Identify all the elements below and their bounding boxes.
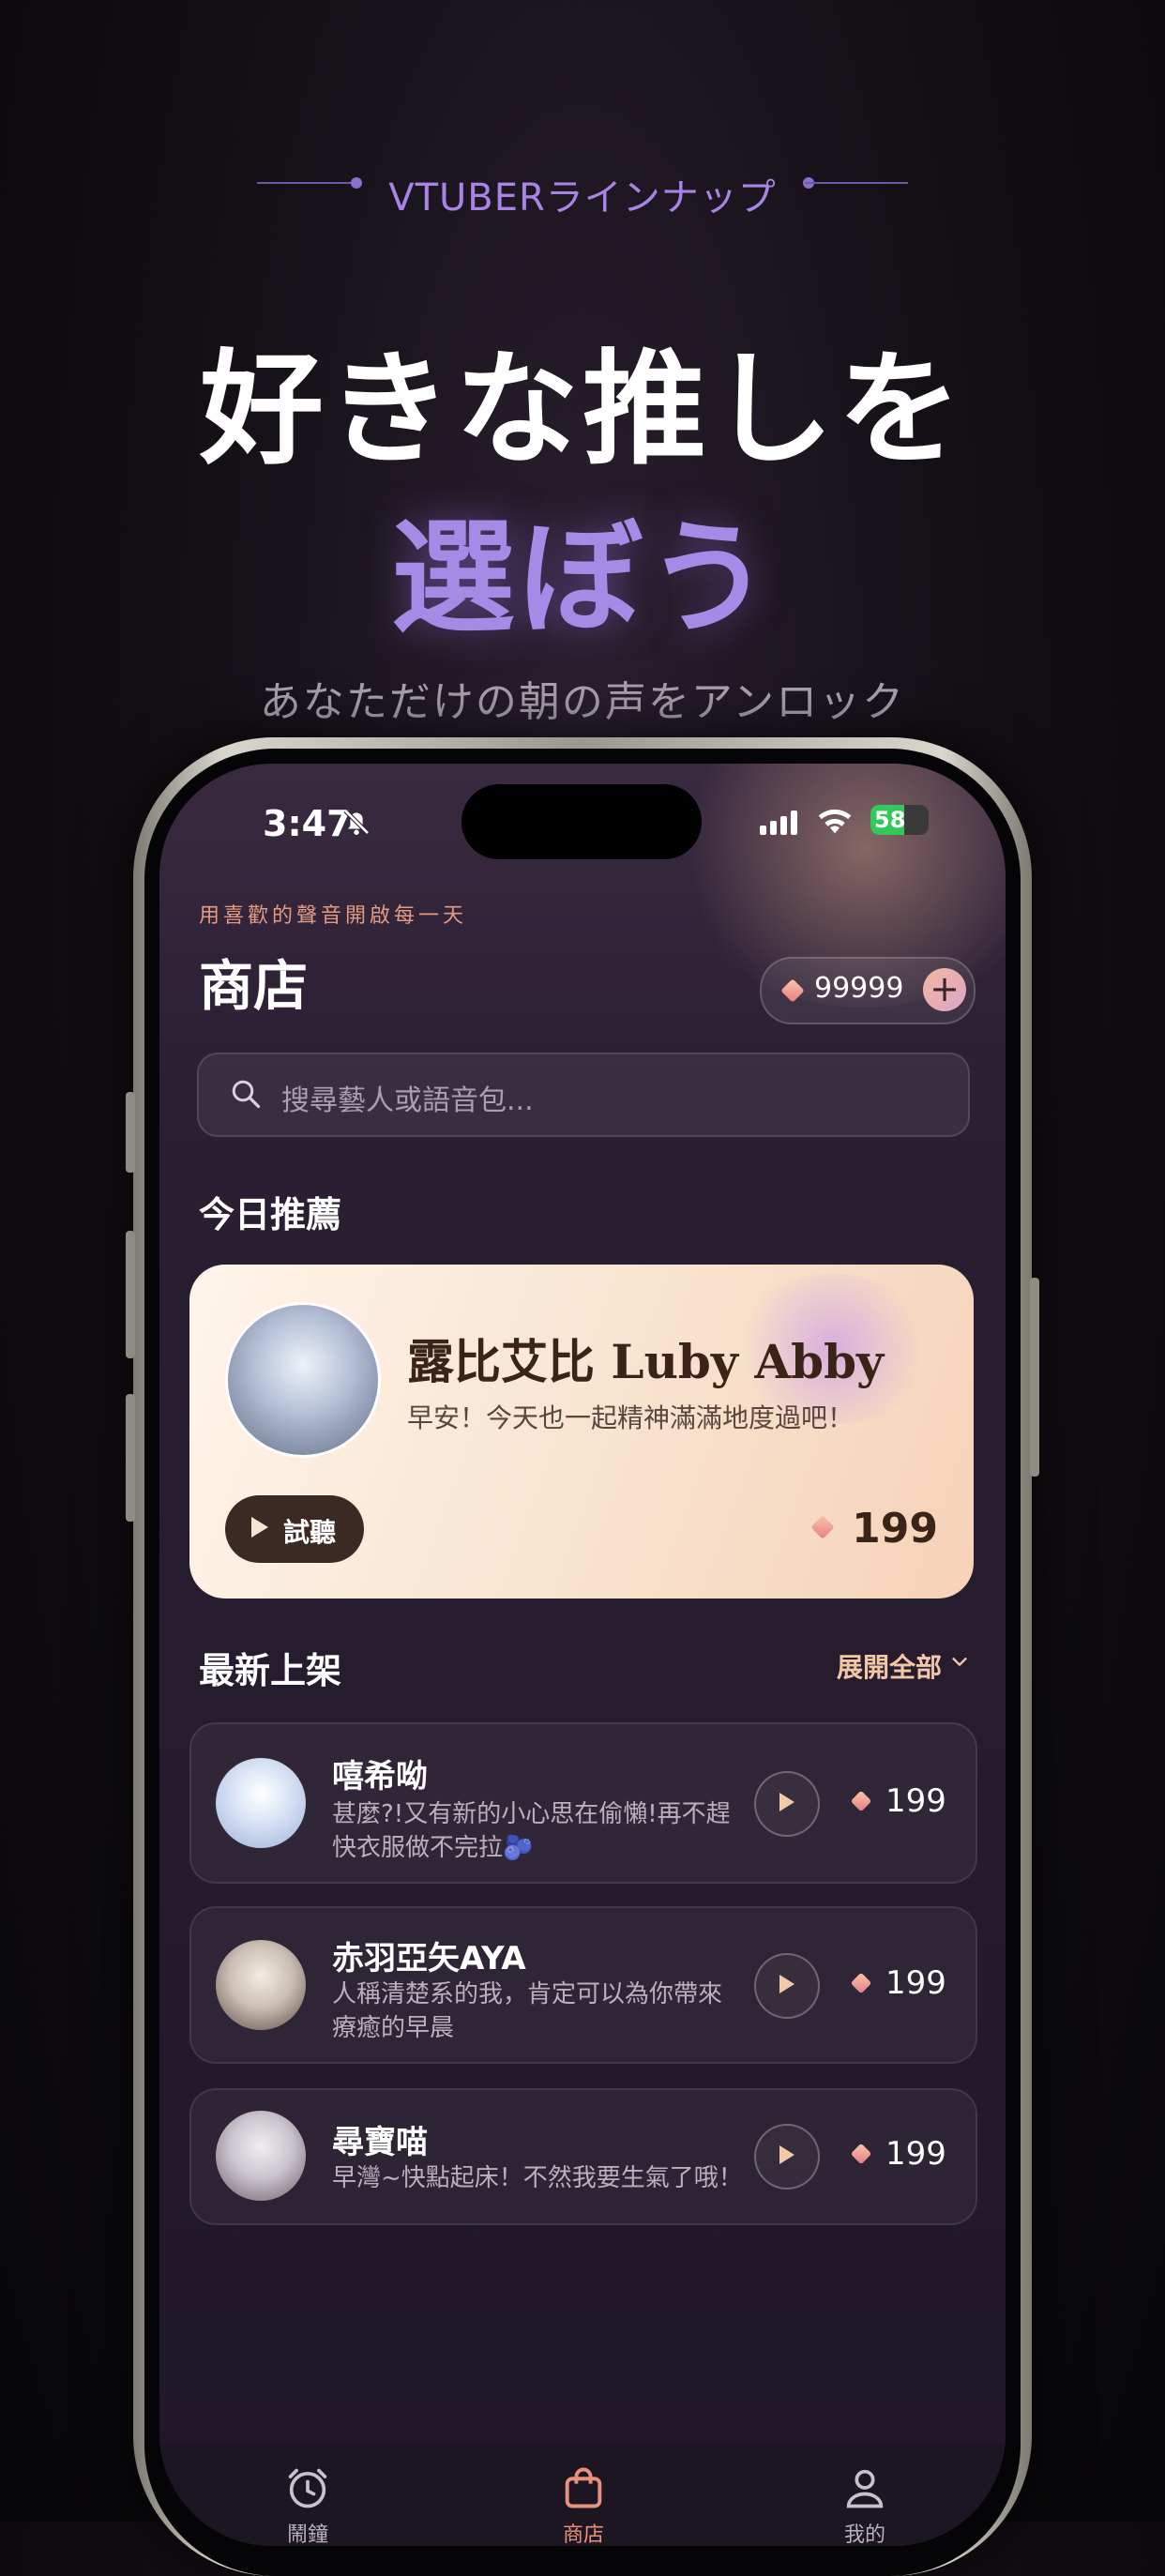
diamond-icon [810,1515,835,1539]
artist-description: 早灣~快點起床！不然我要生氣了哦！ [332,2164,743,2192]
kicker-line-right [805,182,908,184]
item-price-value: 199 [885,1964,946,2002]
volume-up-button [126,1231,135,1358]
play-icon [251,1517,268,1538]
battery-level: 58 [874,807,906,833]
listen-label: 試聽 [283,1517,337,1548]
search-placeholder: 搜尋藝人或語音包... [281,1084,534,1117]
featured-price: 199 [810,1505,938,1553]
artist-description: 人稱清楚系的我，肯定可以為你帶來療癒的早晨 [332,1980,723,2042]
play-icon [779,1793,794,1811]
artist-name: 尋寶喵 [332,2124,428,2161]
action-button [126,1092,135,1173]
page-title: 商店 [199,954,309,1018]
play-icon [779,1975,794,1993]
featured-section-title: 今日推薦 [199,1194,342,1235]
tab-profile-label: 我的 [843,2523,885,2546]
kicker-text: VTUBERラインナップ [388,176,777,220]
tab-alarm-label: 鬧鐘 [286,2523,328,2546]
bell-off-icon [343,809,370,835]
tab-shop[interactable]: 商店 [508,2463,658,2546]
promo-headline-line2: 選ぼう [391,507,774,651]
app-screen: 3:47 58 用喜歡的聲音開啟每一天 商店 99999 + 搜尋藝人或語音包.… [159,764,1006,2546]
coin-balance: 99999 [814,972,904,1005]
artist-avatar [216,1940,306,2030]
cellular-signal-icon [760,811,801,835]
coin-balance-pill[interactable]: 99999 + [760,957,976,1024]
list-item[interactable]: 嘻希呦 甚麼?!又有新的小心思在偷懶!再不趕快衣服做不完拉🫐 199 [189,1722,977,1884]
artist-avatar [216,1758,306,1848]
status-time: 3:47 [263,803,352,844]
artist-avatar [216,2111,306,2201]
bottom-tab-bar: 鬧鐘 商店 我的 [159,2445,1006,2546]
artist-name: 嘻希呦 [332,1758,428,1796]
tagline: 用喜歡的聲音開啟每一天 [199,904,468,928]
wifi-icon [818,809,852,834]
add-coins-button[interactable]: + [923,968,966,1011]
featured-card[interactable]: 露比艾比 Luby Abby 早安！今天也一起精神滿滿地度過吧！ 試聽 199 [189,1265,974,1599]
item-price-value: 199 [885,1782,946,1820]
new-arrivals-title: 最新上架 [199,1650,342,1691]
diamond-icon [850,1790,872,1812]
diamond-icon [850,2143,872,2165]
play-button[interactable] [754,1771,820,1837]
tab-shop-label: 商店 [562,2523,604,2546]
kicker-line-left [257,182,360,184]
search-input[interactable]: 搜尋藝人或語音包... [197,1053,970,1137]
preview-listen-button[interactable]: 試聽 [225,1495,364,1563]
dynamic-island [461,784,702,859]
diamond-icon [780,978,805,1003]
item-price-value: 199 [885,2135,946,2173]
power-button [1030,1278,1039,1477]
list-item[interactable]: 赤羽亞矢AYA 人稱清楚系的我，肯定可以為你帶來療癒的早晨 199 [189,1906,977,2064]
chevron-down-icon[interactable] [949,1651,970,1672]
featured-description: 早安！今天也一起精神滿滿地度過吧！ [407,1402,855,1433]
lineup-kicker: VTUBERラインナップ [0,167,1165,221]
promo-subline: あなただけの朝の声をアンロック [259,678,906,726]
volume-down-button [126,1394,135,1522]
search-icon [232,1080,261,1109]
play-button[interactable] [754,1953,820,2019]
item-price: 199 [850,1782,946,1820]
diamond-icon [850,1972,872,1994]
play-icon [779,2145,794,2164]
expand-all-link[interactable]: 展開全部 [837,1647,942,1685]
featured-avatar [225,1302,381,1458]
item-price: 199 [850,1964,946,2002]
featured-name: 露比艾比 Luby Abby [407,1334,885,1389]
artist-description: 甚麼?!又有新的小心思在偷懶!再不趕快衣服做不完拉🫐 [332,1800,731,1862]
play-button[interactable] [754,2124,820,2190]
tab-alarm[interactable]: 鬧鐘 [233,2463,383,2546]
item-price: 199 [850,2135,946,2173]
artist-name: 赤羽亞矢AYA [332,1940,526,1977]
list-item[interactable]: 尋寶喵 早灣~快點起床！不然我要生氣了哦！ 199 [189,2088,977,2225]
shopping-bag-icon [565,2467,602,2508]
alarm-clock-icon [288,2468,327,2508]
user-icon [846,2469,884,2508]
tab-profile[interactable]: 我的 [790,2463,940,2546]
kicker-dot-left [351,177,362,189]
featured-price-value: 199 [852,1505,938,1553]
promo-headline-line1: 好きな推しを [200,338,965,482]
battery-icon: 58 [870,805,929,835]
